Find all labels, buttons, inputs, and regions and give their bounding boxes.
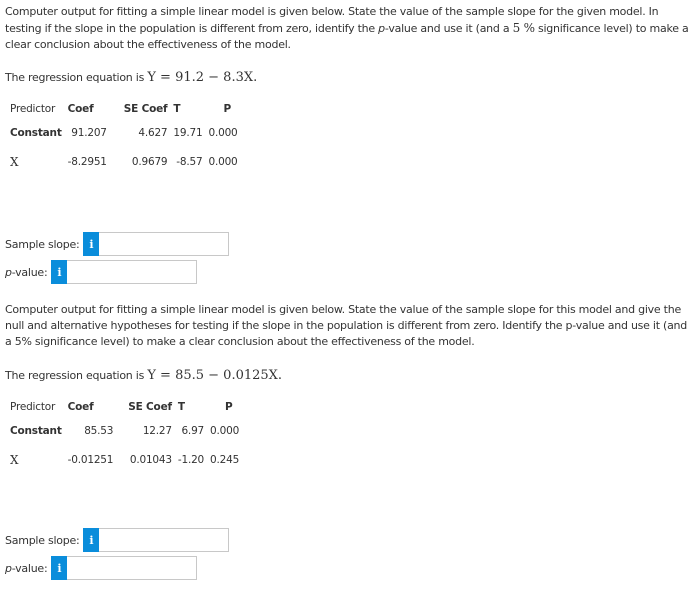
- cell-t: -1.20: [177, 453, 205, 466]
- header-t: T: [177, 401, 185, 413]
- cell-coef: 91.207: [71, 126, 107, 139]
- sample-slope-input[interactable]: [99, 232, 230, 256]
- p-value-label: p-value:: [5, 561, 48, 575]
- cell-coef: -8.2951: [67, 155, 107, 168]
- info-icon[interactable]: i: [51, 556, 68, 580]
- table-row: Constant 85.53 12.27 6.97 0.000: [7, 416, 242, 445]
- header-t: T: [173, 103, 181, 115]
- cell-predictor: Constant: [10, 126, 62, 139]
- table-row: X -8.2951 0.9679 -8.57 0.000: [7, 147, 241, 176]
- info-icon[interactable]: i: [51, 260, 68, 284]
- info-icon[interactable]: i: [83, 232, 100, 256]
- table-row: X -0.01251 0.01043 -1.20 0.245: [7, 445, 242, 474]
- cell-se-coef: 0.01043: [129, 453, 172, 466]
- cell-se-coef: 4.627: [138, 126, 168, 139]
- header-predictor: Predictor: [10, 401, 56, 413]
- sample-slope-label: Sample slope:: [5, 237, 80, 251]
- cell-t: 19.71: [173, 126, 203, 139]
- question-2-prompt: Computer output for fitting a simple lin…: [5, 303, 688, 348]
- p-value-row: p-value: i: [5, 556, 198, 580]
- info-icon[interactable]: i: [83, 528, 100, 552]
- cell-coef: 85.53: [84, 424, 114, 437]
- header-coef: Coef: [67, 103, 94, 115]
- cell-p: 0.245: [210, 453, 240, 466]
- regression-table: Predictor Coef SE Coef T P Constant 91.2…: [7, 100, 241, 176]
- header-se-coef: SE Coef: [128, 401, 172, 413]
- equation-math: Y = 91.2 − 8.3X.: [147, 70, 258, 85]
- cell-t: -8.57: [176, 155, 203, 168]
- p-value-label: p-value:: [5, 265, 48, 279]
- regression-table: Predictor Coef SE Coef T P Constant 85.5…: [7, 398, 242, 474]
- sample-slope-label: Sample slope:: [5, 533, 80, 547]
- sample-slope-row: Sample slope: i: [5, 232, 230, 256]
- sample-slope-row: Sample slope: i: [5, 528, 230, 552]
- cell-predictor: X: [10, 154, 19, 169]
- cell-coef: -0.01251: [67, 453, 114, 466]
- cell-se-coef: 0.9679: [131, 155, 168, 168]
- regression-equation: The regression equation is Y = 85.5 − 0.…: [5, 368, 283, 383]
- cell-p: 0.000: [208, 126, 238, 139]
- table-row: Constant 91.207 4.627 19.71 0.000: [7, 118, 241, 147]
- p-value-input[interactable]: [67, 260, 198, 284]
- header-se-coef: SE Coef: [123, 103, 168, 115]
- sample-slope-input[interactable]: [99, 528, 230, 552]
- table-header-row: Predictor Coef SE Coef T P: [7, 398, 242, 416]
- table-header-row: Predictor Coef SE Coef T P: [7, 100, 241, 118]
- header-coef: Coef: [67, 401, 94, 413]
- cell-p: 0.000: [208, 155, 238, 168]
- header-p: P: [225, 401, 233, 413]
- cell-p: 0.000: [210, 424, 240, 437]
- cell-predictor: Constant: [10, 424, 62, 437]
- equation-math: Y = 85.5 − 0.0125X.: [147, 368, 283, 383]
- cell-se-coef: 12.27: [142, 424, 172, 437]
- regression-equation: The regression equation is Y = 91.2 − 8.…: [5, 70, 258, 85]
- p-value-row: p-value: i: [5, 260, 198, 284]
- cell-predictor: X: [10, 452, 19, 467]
- significance-level: 5 %: [512, 21, 535, 35]
- question-1-prompt: Computer output for fitting a simple lin…: [5, 5, 689, 51]
- p-value-input[interactable]: [67, 556, 198, 580]
- cell-t: 6.97: [181, 424, 205, 437]
- header-predictor: Predictor: [10, 103, 56, 115]
- header-p: P: [223, 103, 231, 115]
